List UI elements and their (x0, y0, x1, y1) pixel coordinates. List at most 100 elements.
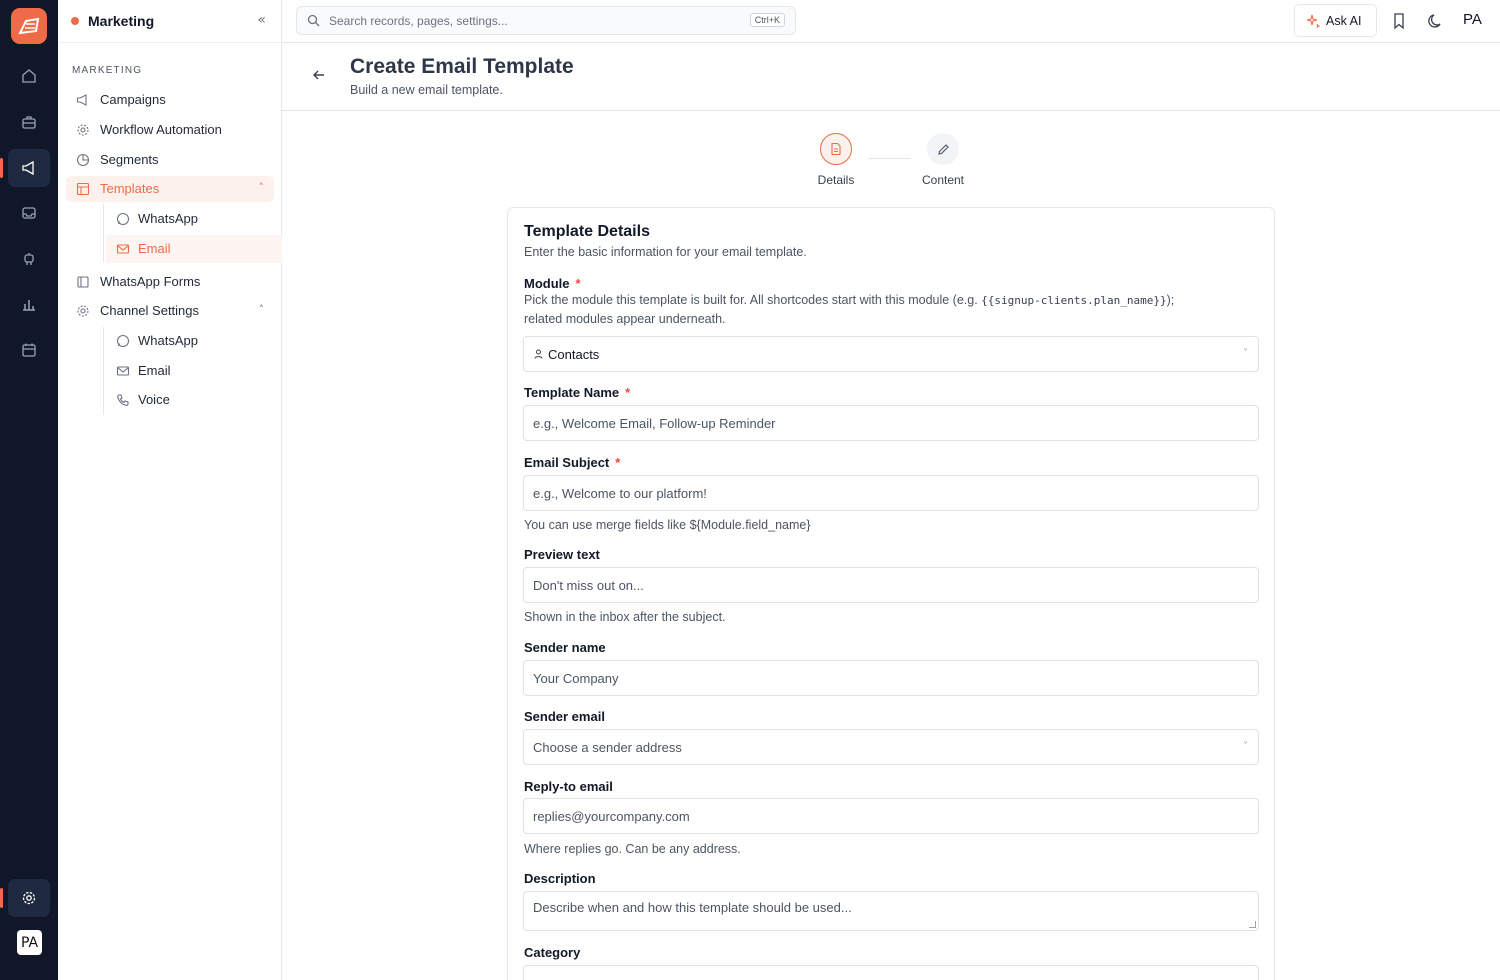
module-select[interactable]: Contacts ˅ (523, 336, 1259, 372)
chevron-up-icon[interactable]: ˄ (259, 303, 265, 316)
sidebar-item-label: Templates (100, 181, 160, 196)
module-label: Module * (524, 276, 581, 291)
sidebar-section-label: MARKETING (72, 65, 143, 76)
submenu-guide (103, 327, 104, 415)
sidebar-title: Marketing (88, 13, 155, 29)
pie-chart-icon (76, 153, 90, 167)
module-value: Contacts (548, 347, 600, 362)
sidebar-item-templates[interactable]: Templates ˄ (66, 176, 274, 202)
sidebar-item-label: Segments (100, 152, 159, 167)
top-bar: Search records, pages, settings... Ctrl+… (282, 0, 1500, 43)
calendar-icon[interactable] (8, 331, 50, 369)
step-content[interactable]: Content (903, 133, 983, 187)
back-arrow-icon[interactable] (312, 68, 326, 82)
page-header: Create Email Template Build a new email … (282, 43, 1500, 111)
page-subtitle: Build a new email template. (350, 83, 503, 97)
email-subject-label: Email Subject * (524, 455, 621, 470)
description-label: Description (524, 871, 596, 886)
sidebar-item-channel-settings[interactable]: Channel Settings ˄ (66, 298, 274, 324)
sender-name-label: Sender name (524, 640, 606, 655)
chevron-up-icon[interactable]: ˄ (259, 181, 265, 194)
sidebar-subitem-templates-whatsapp[interactable]: WhatsApp (106, 205, 282, 233)
sidebar-subitem-templates-email[interactable]: Email (106, 235, 282, 263)
sidebar-item-label: Workflow Automation (100, 122, 222, 137)
sender-name-input[interactable]: Your Company (523, 660, 1259, 696)
robot-icon[interactable] (8, 240, 50, 278)
description-placeholder: Describe when and how this template shou… (533, 900, 852, 915)
step-details[interactable]: Details (796, 133, 876, 187)
template-name-label: Template Name * (524, 385, 631, 400)
reply-to-help: Where replies go. Can be any address. (524, 842, 741, 856)
sidebar-item-label: Email (138, 241, 171, 256)
preview-text-help: Shown in the inbox after the subject. (524, 610, 726, 624)
sidebar-item-whatsapp-forms[interactable]: WhatsApp Forms (66, 269, 274, 295)
ask-ai-button[interactable]: Ask AI (1294, 4, 1377, 37)
preview-text-label: Preview text (524, 547, 600, 562)
search-placeholder: Search records, pages, settings... (329, 14, 508, 28)
app-logo[interactable] (11, 8, 47, 44)
template-details-card: Template Details Enter the basic informa… (507, 207, 1275, 980)
user-avatar[interactable]: PA (1463, 11, 1482, 28)
submenu-guide (103, 204, 104, 262)
settings-icon[interactable] (0, 879, 50, 917)
inbox-icon[interactable] (8, 194, 50, 232)
sender-email-placeholder: Choose a sender address (533, 740, 682, 755)
phone-icon (117, 394, 129, 406)
sender-email-select[interactable]: Choose a sender address ˅ (523, 729, 1259, 765)
sidebar-item-workflow-automation[interactable]: Workflow Automation (66, 117, 274, 143)
moon-icon[interactable] (1427, 12, 1445, 30)
sidebar-item-label: Voice (138, 392, 170, 407)
mail-icon (116, 366, 130, 376)
sparkle-icon (1306, 14, 1320, 28)
form-icon (77, 276, 89, 288)
bookmark-icon[interactable] (1390, 12, 1408, 30)
settings-icon (77, 305, 89, 317)
sidebar-item-segments[interactable]: Segments (66, 147, 274, 173)
email-subject-input[interactable]: e.g., Welcome to our platform! (523, 475, 1259, 511)
template-name-input[interactable]: e.g., Welcome Email, Follow-up Reminder (523, 405, 1259, 441)
sidebar-item-label: Campaigns (100, 92, 166, 107)
mail-icon (116, 244, 130, 254)
global-search[interactable]: Search records, pages, settings... Ctrl+… (296, 6, 796, 35)
card-subtitle: Enter the basic information for your ema… (524, 245, 807, 259)
sender-email-label: Sender email (524, 709, 605, 724)
sidebar-item-label: WhatsApp Forms (100, 274, 201, 289)
email-subject-help: You can use merge fields like ${Module.f… (524, 518, 811, 532)
briefcase-icon[interactable] (8, 103, 50, 141)
template-icon (76, 182, 90, 196)
sidebar-item-label: Channel Settings (100, 303, 200, 318)
sidebar-subitem-channel-email[interactable]: Email (106, 357, 282, 385)
chevron-down-icon: ˅ (1243, 741, 1248, 752)
user-icon (534, 349, 543, 359)
megaphone-icon[interactable] (0, 149, 50, 187)
sidebar-item-label: WhatsApp (138, 333, 198, 348)
description-textarea[interactable]: Describe when and how this template shou… (523, 891, 1259, 931)
page-title: Create Email Template (350, 55, 574, 78)
ask-ai-label: Ask AI (1326, 14, 1362, 28)
user-avatar[interactable]: PA (17, 930, 42, 955)
whatsapp-icon (116, 212, 130, 226)
collapse-sidebar-icon[interactable]: « (257, 12, 266, 28)
sidebar-item-campaigns[interactable]: Campaigns (66, 87, 274, 113)
whatsapp-icon (116, 334, 130, 348)
sidebar-item-label: Email (138, 363, 171, 378)
megaphone-icon (76, 94, 87, 106)
sidebar-subitem-channel-voice[interactable]: Voice (106, 386, 282, 414)
preview-text-input[interactable]: Don't miss out on... (523, 567, 1259, 603)
preview-text-placeholder: Don't miss out on... (533, 578, 644, 593)
reply-to-input[interactable]: replies@yourcompany.com (523, 798, 1259, 834)
app-rail: PA (0, 0, 58, 980)
category-select[interactable] (523, 965, 1259, 980)
home-icon[interactable] (8, 57, 50, 95)
reply-to-label: Reply-to email (524, 779, 613, 794)
sidebar: Marketing « MARKETING Campaigns Workflow… (58, 0, 282, 980)
bar-chart-icon[interactable] (8, 285, 50, 323)
sender-name-placeholder: Your Company (533, 671, 619, 686)
category-label: Category (524, 945, 581, 960)
sidebar-item-label: WhatsApp (138, 211, 198, 226)
workflow-icon (77, 124, 89, 136)
step-label: Content (921, 173, 965, 187)
sidebar-subitem-channel-whatsapp[interactable]: WhatsApp (106, 327, 282, 355)
resize-handle[interactable] (1249, 921, 1256, 928)
pencil-icon (927, 133, 959, 165)
